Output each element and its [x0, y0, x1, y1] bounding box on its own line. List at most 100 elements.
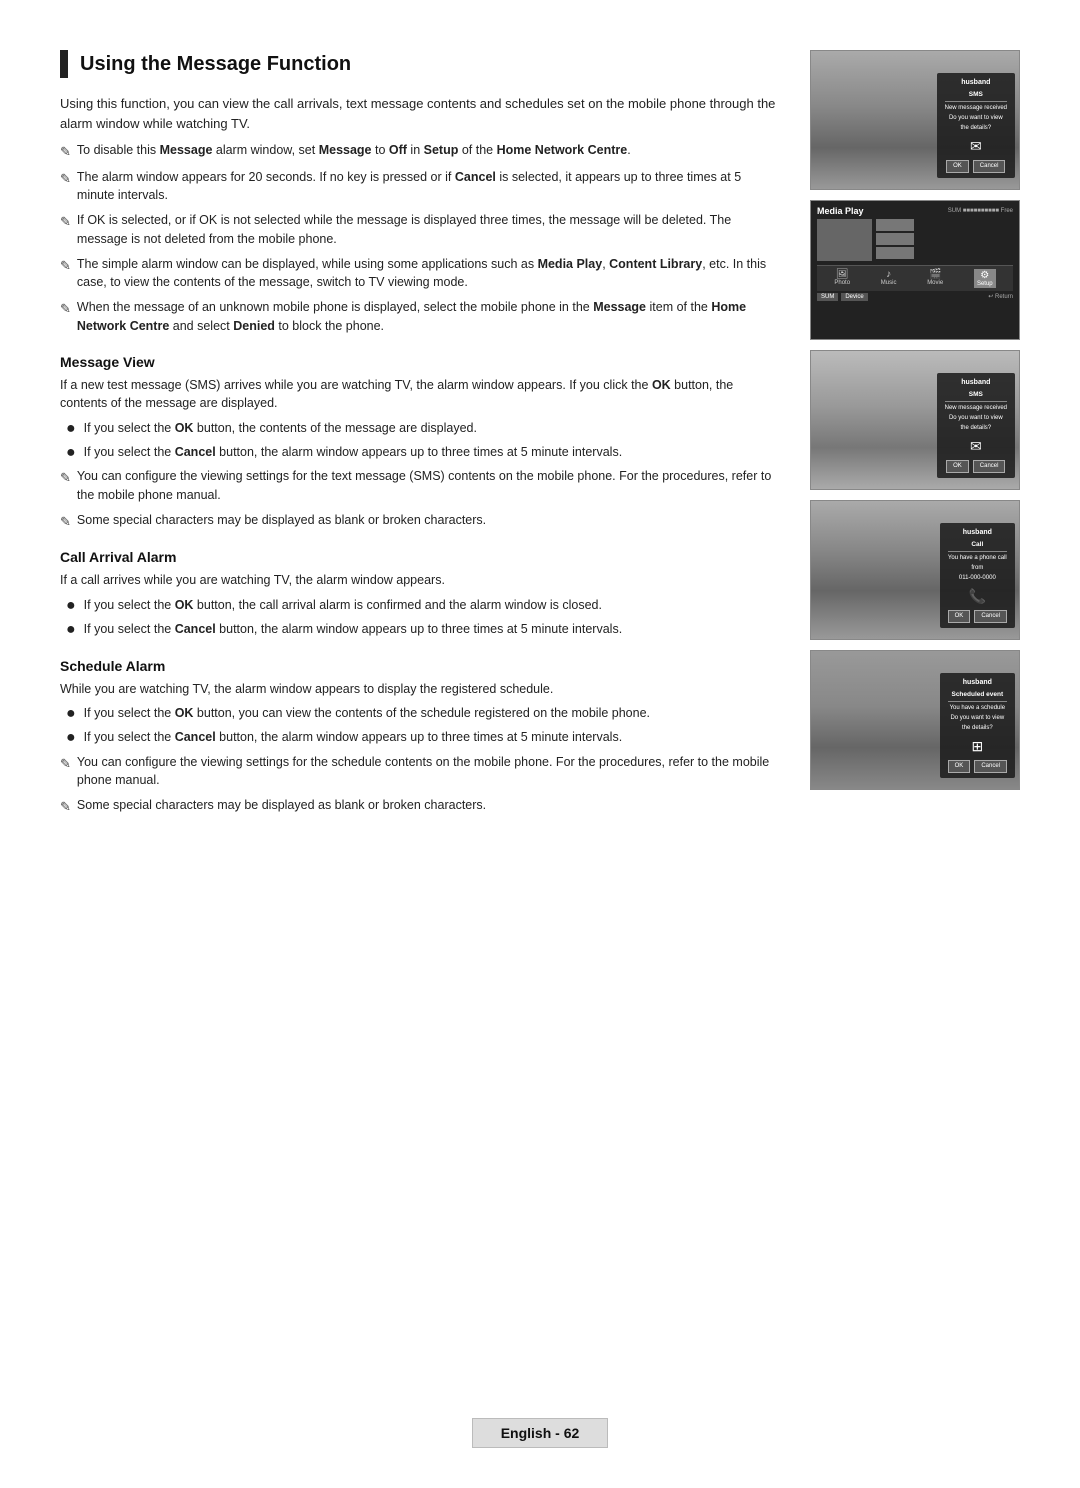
call-arrival-section: Call Arrival Alarm If a call arrives whi… — [60, 549, 780, 639]
call-arrival-bullet-2: ● If you select the Cancel button, the a… — [60, 620, 780, 639]
message-view-note-text-1: You can configure the viewing settings f… — [77, 467, 780, 505]
note-icon-mv1: ✎ — [60, 468, 71, 488]
overlay-sender-5: husband — [948, 678, 1007, 689]
overlay-msg-3: New message received — [945, 404, 1007, 413]
intro-paragraph: Using this function, you can view the ca… — [60, 94, 780, 133]
note-icon-1: ✎ — [60, 142, 71, 162]
sms-alert-overlay-3: husband SMS New message received Do you … — [937, 373, 1015, 478]
bullet-dot-1: ● — [66, 419, 76, 438]
ok-btn-1: OK — [946, 160, 969, 173]
message-view-section: Message View If a new test message (SMS)… — [60, 354, 780, 532]
device-btn: Device — [841, 293, 867, 301]
bullet-dot-sa1: ● — [66, 704, 76, 723]
screenshot-sms-1: husband SMS New message received Do you … — [810, 50, 1020, 190]
call-alert-overlay: husband Call You have a phone call from … — [940, 523, 1015, 628]
schedule-alert-overlay: husband Scheduled event You have a sched… — [940, 673, 1015, 778]
mediaplay-info: SUM ■■■■■■■■■■ Free — [948, 208, 1013, 214]
music-icon: ♪ — [881, 269, 897, 280]
note-icon-2: ✎ — [60, 169, 71, 189]
overlay-sender-3: husband — [945, 378, 1007, 389]
ok-btn-3: OK — [946, 460, 969, 473]
schedule-alarm-section: Schedule Alarm While you are watching TV… — [60, 658, 780, 817]
note-item-2: ✎ The alarm window appears for 20 second… — [60, 168, 780, 206]
call-arrival-title: Call Arrival Alarm — [60, 549, 780, 565]
overlay-msg-1: New message received — [945, 104, 1007, 113]
message-view-bullet-text-2: If you select the Cancel button, the ala… — [84, 443, 623, 462]
overlay-call-msg: You have a phone call — [948, 554, 1007, 563]
schedule-alarm-note-1: ✎ You can configure the viewing settings… — [60, 753, 780, 791]
photo-icon-item: 🖼 Photo — [834, 269, 850, 288]
call-arrival-bullet-text-2: If you select the Cancel button, the ala… — [84, 620, 623, 639]
overlay-buttons-1: OK Cancel — [945, 160, 1007, 173]
overlay-type-1: SMS — [945, 90, 1007, 103]
thumb-small-list — [876, 219, 914, 261]
note-icon-3: ✎ — [60, 212, 71, 232]
schedule-alarm-bullet-1: ● If you select the OK button, you can v… — [60, 704, 780, 723]
content-area: Using the Message Function Using this fu… — [60, 50, 1020, 823]
overlay-sched-q: Do you want to view — [948, 714, 1007, 723]
setup-icon-item: ⚙ Setup — [974, 269, 996, 288]
note-item-5: ✎ When the message of an unknown mobile … — [60, 298, 780, 336]
bullet-dot-ca1: ● — [66, 596, 76, 615]
cancel-btn-1: Cancel — [973, 160, 1006, 173]
mediaplay-icons-row: 🖼 Photo ♪ Music 🎬 Movie ⚙ Setup — [817, 265, 1013, 291]
screenshot-schedule: husband Scheduled event You have a sched… — [810, 650, 1020, 790]
overlay-buttons-5: OK Cancel — [948, 760, 1007, 773]
overlay-buttons-3: OK Cancel — [945, 460, 1007, 473]
overlay-q-1: Do you want to view — [945, 114, 1007, 123]
note-icon-sa2: ✎ — [60, 797, 71, 817]
overlay-sched-msg: You have a schedule — [948, 704, 1007, 713]
note-item-4: ✎ The simple alarm window can be display… — [60, 255, 780, 293]
overlay-call-from: from — [948, 564, 1007, 573]
message-view-note-2: ✎ Some special characters may be display… — [60, 511, 780, 532]
overlay-buttons-4: OK Cancel — [948, 610, 1007, 623]
overlay-q2-3: the details? — [945, 424, 1007, 433]
message-view-bullet-text-1: If you select the OK button, the content… — [84, 419, 477, 438]
call-arrival-bullet-text-1: If you select the OK button, the call ar… — [84, 596, 602, 615]
movie-icon-item: 🎬 Movie — [927, 269, 943, 288]
note-item-3: ✎ If OK is selected, or if OK is not sel… — [60, 211, 780, 249]
cancel-btn-3: Cancel — [973, 460, 1006, 473]
setup-icon: ⚙ — [977, 270, 993, 281]
bullet-dot-ca2: ● — [66, 620, 76, 639]
mediaplay-thumbnails — [817, 219, 1013, 261]
schedule-alarm-title: Schedule Alarm — [60, 658, 780, 674]
movie-label: Movie — [927, 280, 943, 286]
bullet-dot-2: ● — [66, 443, 76, 462]
envelope-icon-3: ✉ — [945, 436, 1007, 457]
note-icon-4: ✎ — [60, 256, 71, 276]
note-icon-5: ✎ — [60, 299, 71, 319]
setup-label: Setup — [977, 281, 993, 287]
overlay-call-number: 011-000-0000 — [948, 574, 1007, 583]
schedule-alarm-note-text-2: Some special characters may be displayed… — [77, 796, 486, 815]
sum-btn: SUM — [817, 293, 838, 301]
mediaplay-footer: SUM Device ↩ Return — [817, 293, 1013, 301]
overlay-type-4: Call — [948, 540, 1007, 553]
overlay-q2-1: the details? — [945, 124, 1007, 133]
thumb-main — [817, 219, 872, 261]
overlay-sender-1: husband — [945, 78, 1007, 89]
sms-alert-overlay-1: husband SMS New message received Do you … — [937, 73, 1015, 178]
schedule-alarm-bullet-text-1: If you select the OK button, you can vie… — [84, 704, 650, 723]
music-icon-item: ♪ Music — [881, 269, 897, 288]
title-accent — [60, 50, 68, 78]
overlay-sender-4: husband — [948, 528, 1007, 539]
schedule-alarm-bullet-2: ● If you select the Cancel button, the a… — [60, 728, 780, 747]
thumb-small-3 — [876, 247, 914, 259]
section-title-bar: Using the Message Function — [60, 50, 780, 78]
footer-text: English - 62 — [501, 1425, 580, 1441]
movie-icon: 🎬 — [927, 269, 943, 280]
ok-btn-5: OK — [948, 760, 971, 773]
screenshot-sms-2: husband SMS New message received Do you … — [810, 350, 1020, 490]
overlay-sched-q2: the details? — [948, 724, 1007, 733]
music-label: Music — [881, 280, 897, 286]
screenshot-call: husband Call You have a phone call from … — [810, 500, 1020, 640]
note-text-4: The simple alarm window can be displayed… — [77, 255, 780, 293]
mediaplay-header: Media Play SUM ■■■■■■■■■■ Free — [817, 206, 1013, 216]
message-view-bullet-2: ● If you select the Cancel button, the a… — [60, 443, 780, 462]
envelope-icon-1: ✉ — [945, 136, 1007, 157]
message-view-title: Message View — [60, 354, 780, 370]
bullet-dot-sa2: ● — [66, 728, 76, 747]
thumb-small-1 — [876, 219, 914, 231]
right-column: husband SMS New message received Do you … — [810, 50, 1020, 823]
